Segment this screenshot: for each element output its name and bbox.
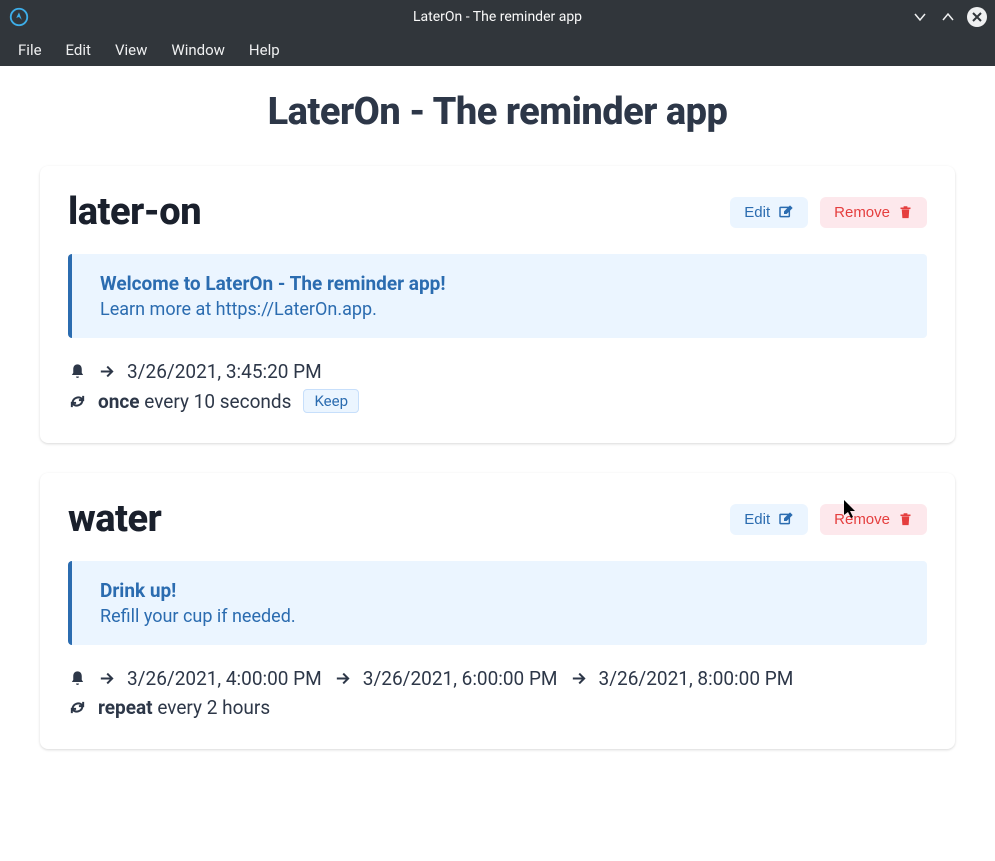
page-title: LaterOn - The reminder app (40, 90, 955, 134)
freq-detail: every 10 seconds (144, 390, 291, 413)
schedule-time: 3/26/2021, 4:00:00 PM (127, 667, 322, 690)
app-icon (8, 6, 30, 28)
reminder-message: Drink up! Refill your cup if needed. (68, 561, 927, 645)
trash-icon (898, 512, 913, 527)
remove-label: Remove (834, 511, 890, 528)
bell-icon (68, 670, 86, 687)
menu-edit[interactable]: Edit (54, 37, 103, 63)
refresh-icon (68, 393, 86, 410)
message-body: Refill your cup if needed. (100, 606, 899, 627)
menu-window[interactable]: Window (159, 37, 237, 63)
titlebar: LaterOn - The reminder app (0, 0, 995, 34)
card-header: later-on Edit Remove (68, 190, 927, 234)
reminder-name: water (68, 497, 161, 541)
edit-icon (778, 511, 794, 527)
schedule: 3/26/2021, 3:45:20 PM once every 10 sec (68, 360, 927, 413)
window-controls (911, 7, 987, 27)
remove-button[interactable]: Remove (820, 197, 927, 228)
remove-button[interactable]: Remove (820, 504, 927, 535)
card-actions: Edit Remove (730, 197, 927, 228)
schedule-times: 3/26/2021, 3:45:20 PM (68, 360, 927, 383)
schedule-time: 3/26/2021, 8:00:00 PM (599, 667, 794, 690)
freq-mode: once (98, 390, 140, 413)
arrow-right-icon (98, 363, 115, 380)
minimize-icon[interactable] (911, 8, 929, 26)
reminder-message: Welcome to LaterOn - The reminder app! L… (68, 254, 927, 338)
arrow-right-icon (570, 670, 587, 687)
card-actions: Edit Remove (730, 504, 927, 535)
freq-detail: every 2 hours (157, 696, 270, 719)
edit-button[interactable]: Edit (730, 504, 808, 535)
schedule-frequency: once every 10 seconds Keep (68, 389, 927, 413)
main-content: LaterOn - The reminder app later-on Edit (0, 66, 995, 819)
trash-icon (898, 205, 913, 220)
edit-label: Edit (744, 204, 770, 221)
schedule-time: 3/26/2021, 3:45:20 PM (127, 360, 322, 383)
arrow-right-icon (98, 670, 115, 687)
keep-badge[interactable]: Keep (303, 389, 359, 413)
remove-label: Remove (834, 204, 890, 221)
reminder-name: later-on (68, 190, 201, 234)
edit-icon (778, 204, 794, 220)
maximize-icon[interactable] (939, 8, 957, 26)
content-scroll[interactable]: LaterOn - The reminder app later-on Edit (0, 66, 995, 861)
arrow-right-icon (334, 670, 351, 687)
message-body: Learn more at https://LaterOn.app. (100, 299, 899, 320)
freq-mode: repeat (98, 696, 153, 719)
menubar: File Edit View Window Help (0, 34, 995, 66)
window-title: LaterOn - The reminder app (413, 9, 582, 25)
message-title: Welcome to LaterOn - The reminder app! (100, 272, 899, 295)
reminder-card: later-on Edit Remove (40, 166, 955, 443)
refresh-icon (68, 699, 86, 716)
schedule: 3/26/2021, 4:00:00 PM 3/26/2021, 6:00:00… (68, 667, 927, 719)
bell-icon (68, 363, 86, 380)
schedule-frequency: repeat every 2 hours (68, 696, 927, 719)
schedule-time: 3/26/2021, 6:00:00 PM (363, 667, 558, 690)
menu-file[interactable]: File (6, 37, 54, 63)
message-title: Drink up! (100, 579, 899, 602)
close-icon[interactable] (967, 7, 987, 27)
reminder-card: water Edit Remove (40, 473, 955, 749)
menu-help[interactable]: Help (237, 37, 292, 63)
schedule-times: 3/26/2021, 4:00:00 PM 3/26/2021, 6:00:00… (68, 667, 927, 690)
edit-button[interactable]: Edit (730, 197, 808, 228)
card-header: water Edit Remove (68, 497, 927, 541)
menu-view[interactable]: View (103, 37, 159, 63)
edit-label: Edit (744, 511, 770, 528)
